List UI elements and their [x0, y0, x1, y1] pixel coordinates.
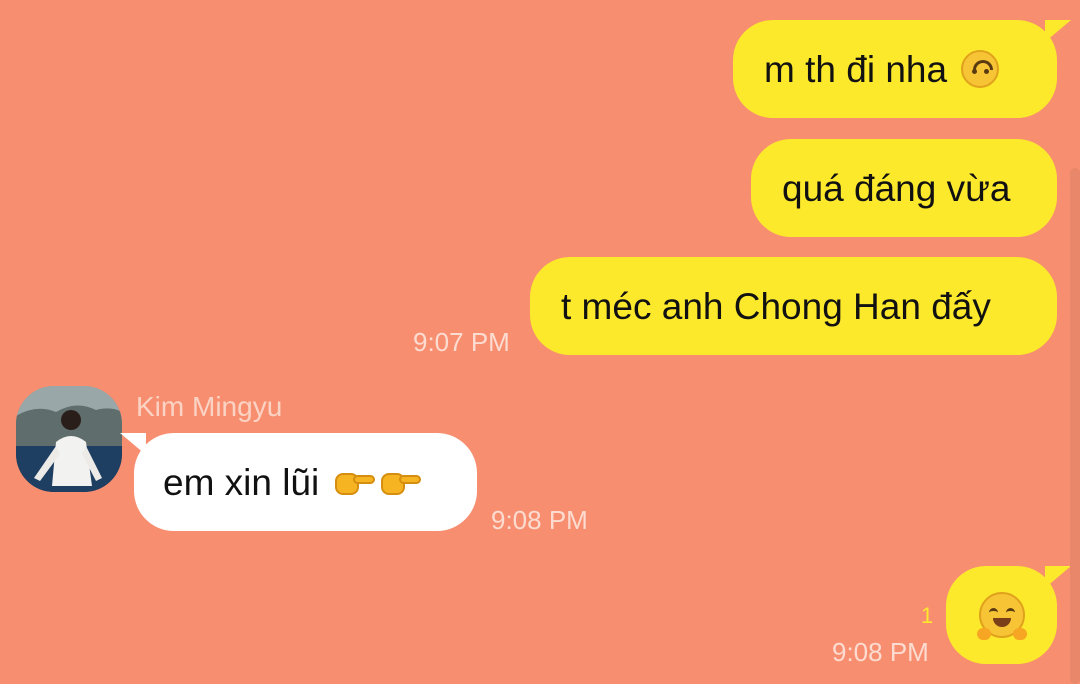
bubble-tail: [1045, 566, 1071, 588]
outgoing-message-bubble[interactable]: quá đáng vừa: [751, 139, 1057, 237]
message-timestamp: 9:08 PM: [491, 505, 588, 535]
avatar-photo-icon: [16, 386, 122, 492]
outgoing-message-bubble[interactable]: t méc anh Chong Han đấy: [530, 257, 1057, 355]
message-text: t méc anh Chong Han đấy: [561, 285, 991, 327]
message-text: m th đi nha: [764, 48, 948, 90]
incoming-message-bubble[interactable]: em xin lũi: [120, 433, 477, 531]
bubble-tail: [120, 433, 146, 455]
pointing-right-hand-icon: [381, 469, 422, 495]
message-timestamp: 9:07 PM: [413, 327, 510, 357]
message-timestamp: 9:08 PM: [832, 637, 929, 667]
bubble-tail: [1045, 20, 1071, 42]
outgoing-message-bubble[interactable]: m th đi nha: [733, 20, 1071, 118]
avatar[interactable]: [16, 386, 122, 492]
outgoing-message-bubble[interactable]: [946, 566, 1071, 664]
chat-view: m th đi nha quá đáng vừa t méc anh Chong…: [0, 0, 1080, 684]
hugging-face-emoji-icon: [976, 592, 1027, 640]
pointing-right-hand-icon: [335, 469, 376, 495]
message-text: em xin lũi: [163, 461, 320, 503]
scrollbar[interactable]: [1070, 168, 1080, 684]
sender-name: Kim Mingyu: [136, 391, 283, 422]
upside-down-face-emoji-icon: [961, 50, 1000, 88]
message-text: quá đáng vừa: [782, 167, 1011, 209]
unread-count: 1: [921, 603, 934, 628]
